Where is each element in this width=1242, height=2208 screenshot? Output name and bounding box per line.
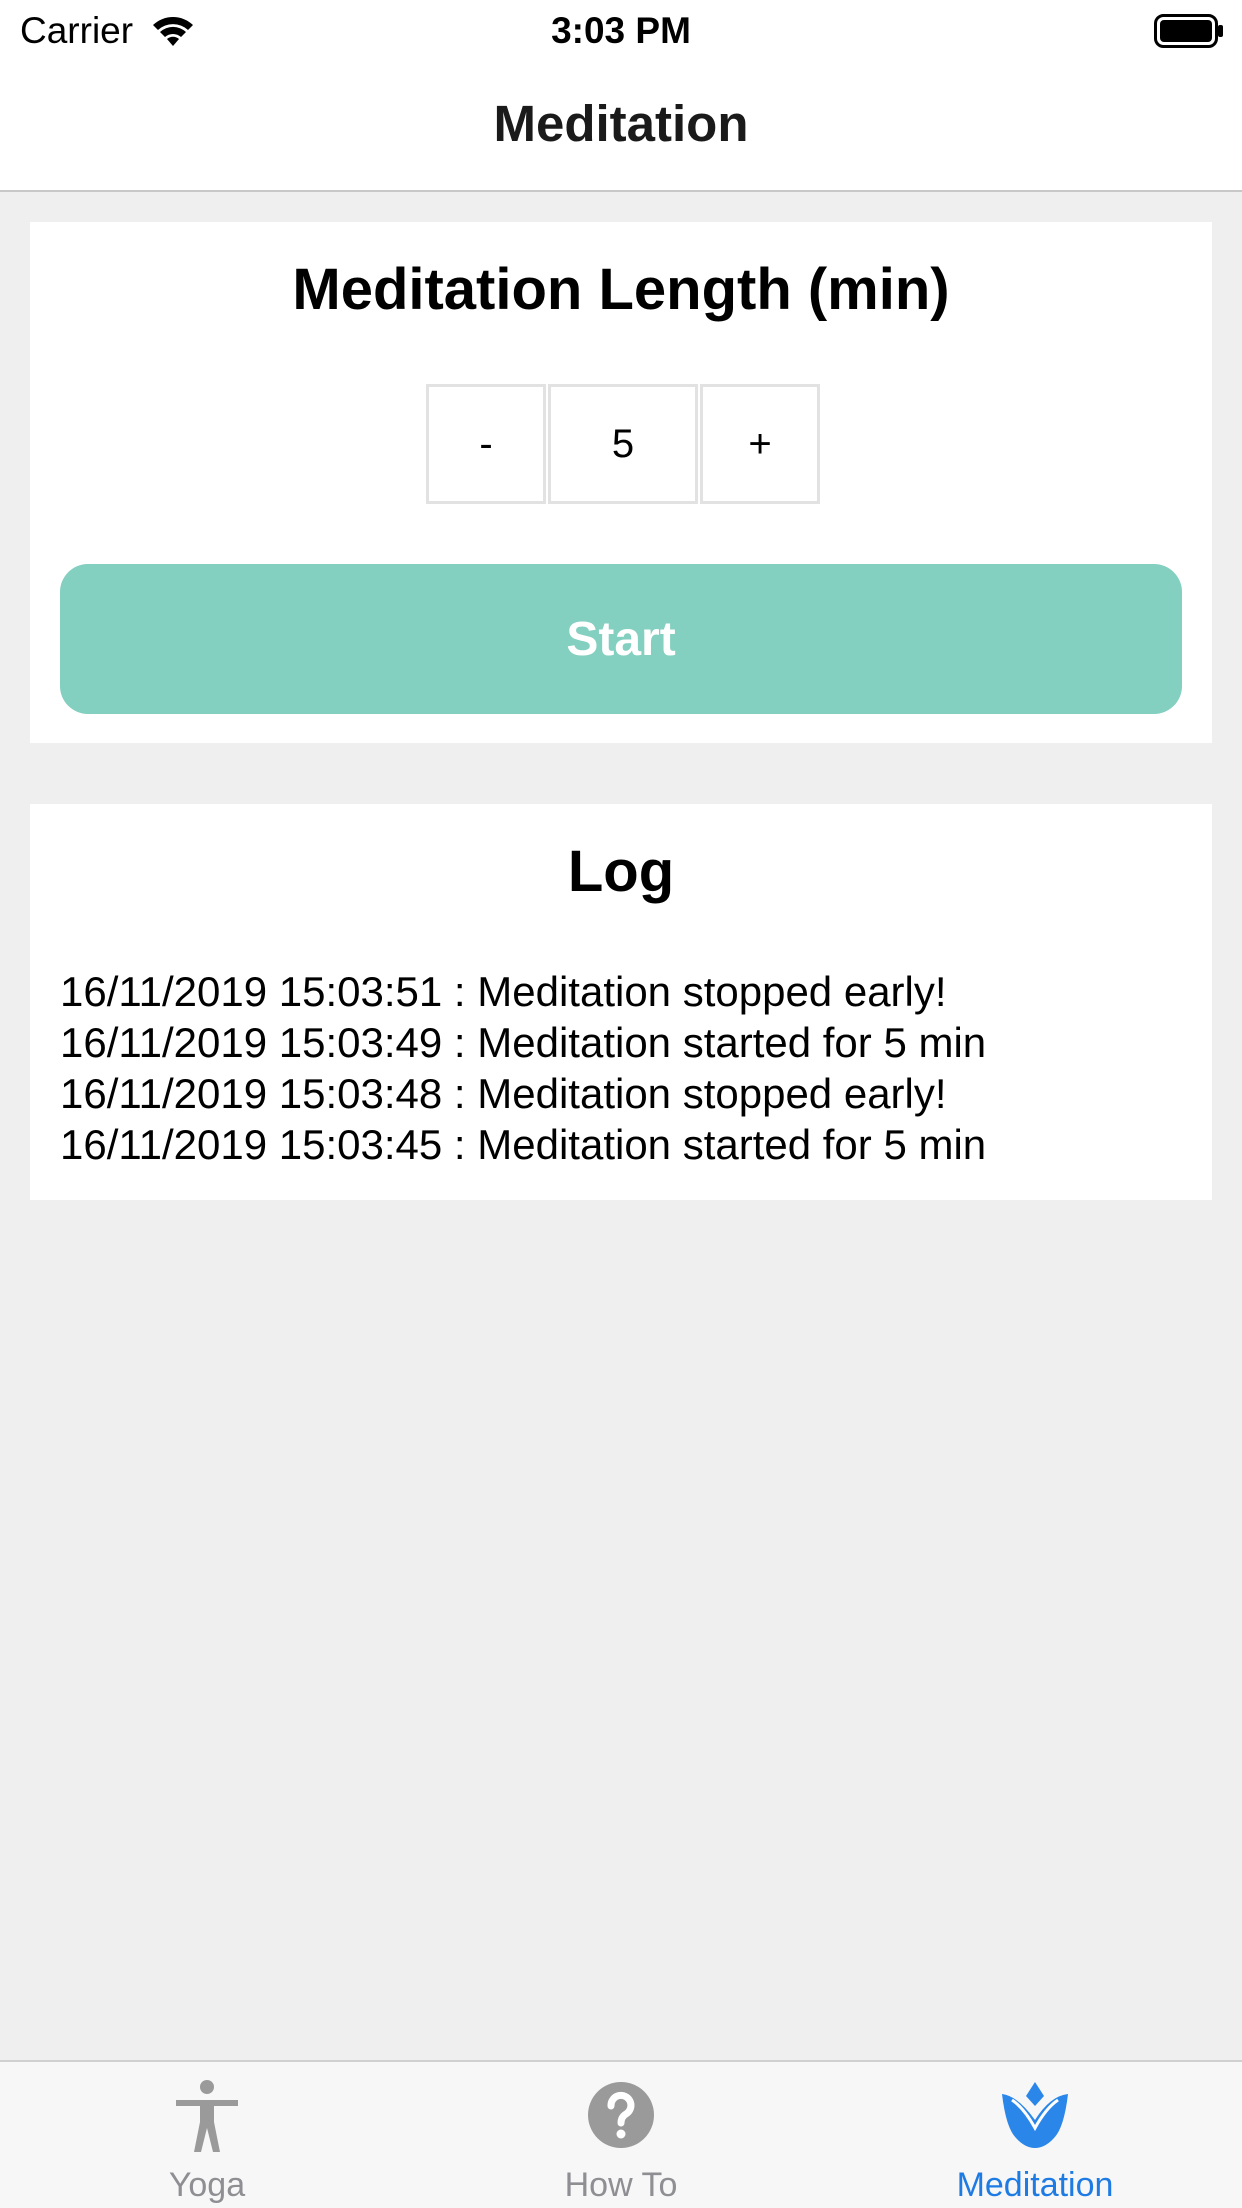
length-stepper: - 5 + — [426, 384, 820, 504]
battery-icon — [1154, 14, 1223, 48]
meditation-length-heading: Meditation Length (min) — [292, 257, 950, 322]
tab-yoga[interactable]: Yoga — [0, 2062, 414, 2208]
tab-bar: Yoga How To Meditation — [0, 2060, 1242, 2208]
page-title: Meditation — [493, 95, 749, 152]
meditation-length-card: Meditation Length (min) - 5 + Start — [30, 222, 1212, 743]
tab-meditation[interactable]: Meditation — [828, 2062, 1242, 2208]
tab-meditation-label: Meditation — [956, 2166, 1114, 2204]
log-entry: 16/11/2019 15:03:49 : Meditation started… — [60, 1019, 987, 1066]
log-heading: Log — [567, 839, 675, 904]
question-icon — [588, 2082, 654, 2148]
log-entry: 16/11/2019 15:03:45 : Meditation started… — [60, 1121, 987, 1168]
status-bar: Carrier 3:03 PM — [0, 0, 1242, 62]
start-button[interactable]: Start — [60, 564, 1182, 714]
tab-how-to-label: How To — [564, 2166, 678, 2204]
tab-yoga-label: Yoga — [168, 2166, 246, 2204]
lotus-icon — [1002, 2082, 1068, 2148]
log-list: 16/11/2019 15:03:51 : Meditation stopped… — [60, 966, 1190, 1170]
log-entry: 16/11/2019 15:03:51 : Meditation stopped… — [60, 968, 947, 1015]
meditation-screen: Carrier 3:03 PM Meditation Meditation Le… — [0, 0, 1242, 2208]
tab-how-to[interactable]: How To — [414, 2062, 828, 2208]
status-time: 3:03 PM — [551, 10, 691, 51]
log-entry: 16/11/2019 15:03:48 : Meditation stopped… — [60, 1070, 947, 1117]
log-card: Log 16/11/2019 15:03:51 : Meditation sto… — [30, 804, 1212, 1200]
navigation-bar: Meditation — [0, 62, 1242, 192]
person-icon — [176, 2080, 238, 2152]
length-value: 5 — [548, 384, 698, 504]
increment-button[interactable]: + — [700, 384, 820, 504]
decrement-button[interactable]: - — [426, 384, 546, 504]
